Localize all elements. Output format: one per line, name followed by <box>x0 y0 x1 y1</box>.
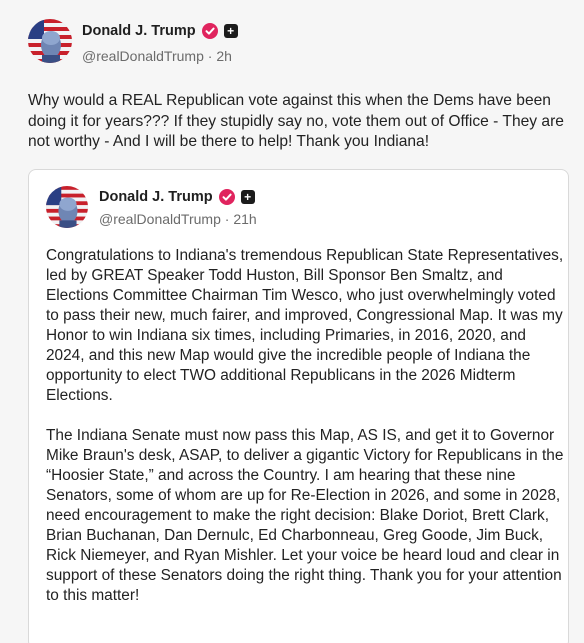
author-avatar[interactable] <box>28 19 72 63</box>
post-text: Why would a REAL Republican vote against… <box>28 92 564 150</box>
quoted-author-row: Donald J. Trump + <box>99 189 255 205</box>
quoted-author-avatar[interactable] <box>46 186 88 228</box>
quoted-meta-separator: · <box>220 211 234 227</box>
verified-check-icon <box>201 23 218 39</box>
quoted-plus-icon: + <box>240 190 255 204</box>
quoted-paragraph-2: The Indiana Senate must now pass this Ma… <box>46 427 564 604</box>
quoted-author-name[interactable]: Donald J. Trump <box>99 189 213 205</box>
author-row: Donald J. Trump + <box>82 23 238 39</box>
post-time[interactable]: 2h <box>216 48 232 64</box>
post: Donald J. Trump + @realDonaldTrump · 2h … <box>0 0 584 643</box>
author-handle[interactable]: @realDonaldTrump <box>82 48 204 64</box>
quoted-paragraph-1: Congratulations to Indiana's tremendous … <box>46 247 564 404</box>
author-name[interactable]: Donald J. Trump <box>82 23 196 39</box>
quoted-post-text: Congratulations to Indiana's tremendous … <box>46 246 566 606</box>
quoted-post-card[interactable]: Donald J. Trump + @realDonaldTrump · 21h… <box>28 169 569 643</box>
quoted-avatar-image <box>46 186 88 228</box>
plus-icon: + <box>223 24 238 38</box>
author-meta: @realDonaldTrump · 2h <box>82 48 232 64</box>
meta-separator: · <box>203 48 217 64</box>
quoted-author-handle[interactable]: @realDonaldTrump <box>99 211 221 227</box>
quoted-verified-check-icon <box>218 189 235 205</box>
quoted-post-time[interactable]: 21h <box>233 211 256 227</box>
quoted-author-meta: @realDonaldTrump · 21h <box>99 211 257 227</box>
avatar-image <box>28 19 72 63</box>
